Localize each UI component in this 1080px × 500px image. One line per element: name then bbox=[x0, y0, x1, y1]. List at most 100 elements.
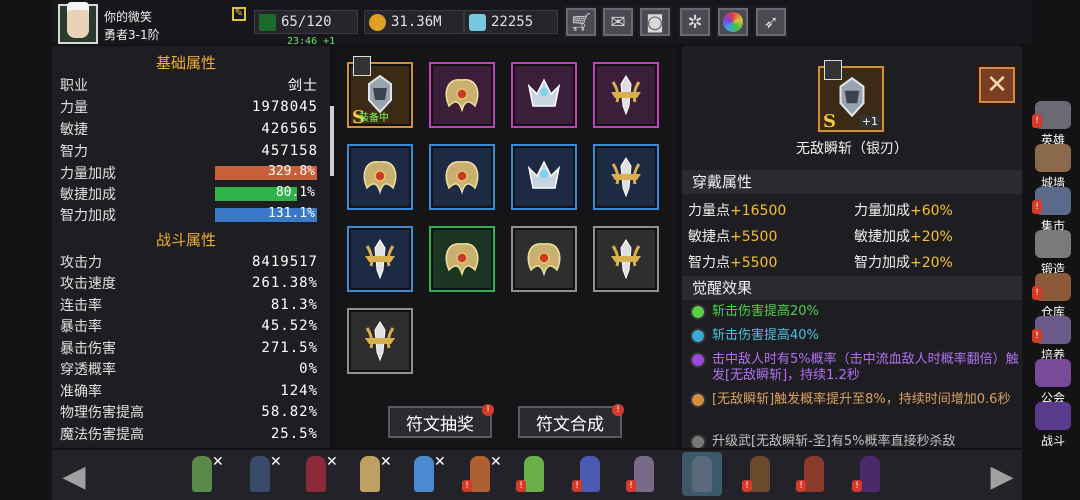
awaken-effects-header: 觉醒效果 bbox=[682, 276, 1022, 300]
hero-portrait bbox=[306, 456, 326, 492]
hero-slot[interactable]: ! bbox=[514, 452, 554, 496]
scroll-thumb[interactable] bbox=[330, 106, 334, 176]
sword-rune-icon bbox=[611, 239, 641, 280]
wing-rune-icon bbox=[363, 161, 397, 195]
shop-button[interactable]: 🛒︎ bbox=[564, 6, 598, 38]
wear-attr: 力量点+16500 bbox=[688, 200, 786, 220]
wear-attr-key: 智力点 bbox=[688, 255, 730, 271]
effect-text: 斩击伤害提高40% bbox=[712, 328, 819, 343]
attr-label: 连击率 bbox=[60, 297, 102, 314]
hero-slot[interactable]: ! bbox=[570, 452, 610, 496]
rune-draw-button[interactable]: 符文抽奖! bbox=[388, 404, 494, 438]
sidebar-item[interactable]: 培养! bbox=[1030, 315, 1076, 363]
wing-rune-icon bbox=[445, 161, 479, 195]
attr-label: 穿透概率 bbox=[60, 362, 116, 378]
alert-badge: ! bbox=[1032, 114, 1042, 128]
rune-name: 无敌瞬斩（银刃） bbox=[796, 141, 908, 157]
crown-rune-icon bbox=[527, 78, 561, 107]
rune-detail-icon: S +1 bbox=[818, 60, 884, 132]
alert-badge: ! bbox=[612, 404, 624, 416]
attr-row: 力量 1978045 bbox=[60, 96, 318, 117]
hero-slot[interactable]: ✕ bbox=[296, 452, 338, 496]
rune-slot[interactable] bbox=[429, 62, 495, 128]
rune-slot[interactable] bbox=[511, 144, 577, 210]
intelligence-bonus-bar: 131.1% bbox=[215, 206, 317, 222]
rune-slot[interactable] bbox=[429, 226, 495, 292]
sidebar-item[interactable]: 集市! bbox=[1030, 186, 1076, 234]
sidebar-item[interactable]: 公会 bbox=[1030, 358, 1076, 406]
next-arrow[interactable]: ▶ bbox=[984, 458, 1020, 494]
settings-button[interactable]: ✲ bbox=[678, 6, 712, 38]
attr-label: 力量加成 bbox=[60, 165, 116, 182]
attr-row: 穿透概率 0% bbox=[60, 359, 318, 380]
hero-slot[interactable] bbox=[682, 452, 722, 496]
gamepad-button[interactable]: ◙ bbox=[638, 6, 672, 38]
mail-button[interactable]: ✉︎ bbox=[601, 6, 635, 38]
rune-slot[interactable] bbox=[593, 62, 659, 128]
sidebar-item[interactable]: 仓库! bbox=[1030, 272, 1076, 320]
attribute-scrollbar[interactable] bbox=[330, 46, 334, 446]
sidebar-item[interactable]: 英雄! bbox=[1030, 100, 1076, 148]
edit-name-icon[interactable]: ✎ bbox=[232, 7, 246, 21]
alert-badge: ! bbox=[1032, 329, 1042, 343]
rune-slot[interactable] bbox=[347, 144, 413, 210]
wear-attr-key: 力量加成 bbox=[854, 203, 910, 219]
rune-detail-panel: S +1 ✕ 无敌瞬斩（银刃） 穿戴属性 力量点+16500 力量加成+60% 敏捷… bbox=[682, 46, 1022, 448]
rune-slot[interactable] bbox=[593, 226, 659, 292]
rune-slot[interactable]: S 装备中 bbox=[347, 56, 413, 128]
wear-attr: 力量加成+60% bbox=[854, 200, 953, 220]
hero-slot[interactable]: ✕ bbox=[182, 452, 224, 496]
rune-merge-button[interactable]: 符文合成! bbox=[518, 404, 624, 438]
rune-slot[interactable] bbox=[347, 226, 413, 292]
hero-portrait bbox=[750, 456, 770, 492]
attr-label: 智力加成 bbox=[60, 207, 116, 224]
hero-slot[interactable]: ! bbox=[794, 452, 834, 496]
attr-row: 暴击伤害 271.5% bbox=[60, 337, 318, 358]
sidebar-item[interactable]: 锻造 bbox=[1030, 229, 1076, 277]
feather-button[interactable]: ➶ bbox=[754, 6, 788, 38]
close-button[interactable]: ✕ bbox=[976, 64, 1018, 106]
attr-label: 暴击伤害 bbox=[60, 340, 116, 357]
hero-portrait bbox=[804, 456, 824, 492]
hero-slot[interactable]: ! bbox=[740, 452, 780, 496]
gem-value: 22255 bbox=[491, 14, 534, 30]
alert-badge: ! bbox=[626, 480, 636, 492]
sidebar-item[interactable]: 城墙 bbox=[1030, 143, 1076, 191]
sword-rune-icon bbox=[611, 157, 641, 198]
awaken-effect: 斩击伤害提高40% bbox=[690, 328, 1020, 344]
close-icon: ✕ bbox=[270, 454, 282, 470]
hero-slot[interactable]: ✕ bbox=[350, 452, 392, 496]
hero-portrait bbox=[634, 456, 654, 492]
hero-slot[interactable]: ! bbox=[624, 452, 664, 496]
attribute-panel: 基础属性 职业 剑士 力量 1978045 敏捷 426565 智力 457158 力量… bbox=[52, 46, 330, 448]
rune-slot[interactable] bbox=[511, 62, 577, 128]
player-avatar[interactable] bbox=[58, 4, 98, 44]
sword-rune-icon bbox=[365, 321, 395, 362]
attr-value: 剑士 bbox=[288, 77, 318, 94]
rune-slot[interactable] bbox=[511, 226, 577, 292]
mail-icon: ✉︎ bbox=[610, 11, 626, 33]
equipped-tag: 装备中 bbox=[359, 113, 389, 124]
color-button[interactable] bbox=[716, 6, 750, 38]
feather-icon: ➶ bbox=[763, 11, 779, 33]
hero-portrait bbox=[580, 456, 600, 492]
sidebar-item[interactable]: 战斗 bbox=[1030, 401, 1076, 449]
hero-slot[interactable]: ✕ bbox=[240, 452, 282, 496]
attr-label: 力量 bbox=[60, 99, 88, 116]
attr-label: 攻击力 bbox=[60, 254, 102, 271]
hero-slot[interactable]: ! bbox=[850, 452, 890, 496]
rune-slot[interactable] bbox=[429, 144, 495, 210]
bar-value: 80.1% bbox=[275, 185, 315, 200]
hero-slot[interactable]: ✕ bbox=[404, 452, 446, 496]
close-icon: ✕ bbox=[380, 454, 392, 470]
rune-slot[interactable] bbox=[347, 308, 413, 374]
prev-arrow[interactable]: ◀ bbox=[56, 458, 92, 494]
hero-slot[interactable]: ✕! bbox=[460, 452, 502, 496]
strength-bonus-bar: 329.8% bbox=[215, 164, 317, 180]
sidebar-item-icon bbox=[1035, 230, 1071, 258]
sword-rune-icon bbox=[365, 239, 395, 280]
attr-value: 8419517 bbox=[251, 253, 318, 270]
lock-icon bbox=[353, 56, 371, 76]
rune-slot[interactable] bbox=[593, 144, 659, 210]
wing-rune-icon bbox=[445, 79, 479, 113]
